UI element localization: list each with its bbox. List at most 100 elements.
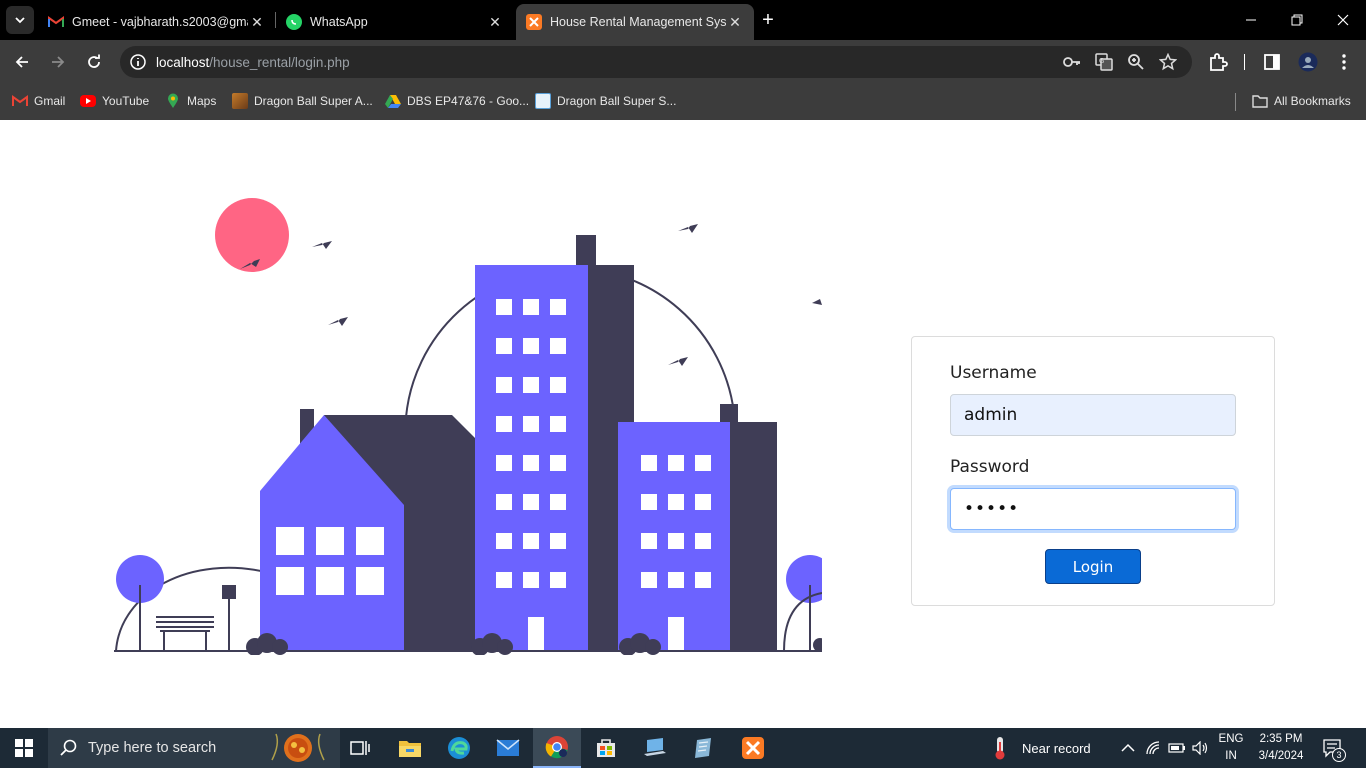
task-view-button[interactable]	[336, 728, 384, 768]
bookmark-youtube[interactable]: YouTube	[80, 92, 149, 110]
volume-control[interactable]	[1192, 728, 1208, 768]
battery-icon	[1168, 743, 1185, 753]
folder-icon	[399, 741, 421, 757]
laptop-icon	[644, 738, 666, 756]
file-explorer-app[interactable]	[386, 728, 434, 768]
notes-app[interactable]	[680, 728, 728, 768]
bookmark-label: DBS EP47&76 - Goo...	[407, 94, 530, 108]
sun-shape	[215, 198, 289, 272]
close-icon[interactable]: ✕	[486, 14, 504, 31]
notification-center[interactable]: 3	[1322, 728, 1346, 768]
bookmark-label: Gmail	[34, 94, 66, 108]
mail-icon	[496, 739, 520, 756]
profile-avatar-icon[interactable]	[1298, 52, 1318, 72]
edge-app[interactable]	[435, 728, 483, 768]
tab-gmeet[interactable]: Gmeet - vajbharath.s2003@gmail.com ✕	[38, 4, 276, 40]
close-icon[interactable]: ✕	[726, 14, 744, 31]
bookmark-star-icon[interactable]	[1158, 52, 1178, 71]
bookmark-gmail[interactable]: Gmail	[12, 92, 65, 110]
gmail-icon	[12, 93, 28, 109]
minimize-button[interactable]	[1228, 0, 1274, 40]
edge-icon	[448, 737, 470, 759]
all-bookmarks-label: All Bookmarks	[1274, 94, 1351, 108]
bookmark-label: Dragon Ball Super A...	[254, 94, 373, 108]
tab-search-button[interactable]	[6, 6, 34, 34]
search-highlight-icon	[266, 730, 330, 766]
whatsapp-icon	[286, 14, 302, 30]
chrome-app[interactable]	[533, 728, 581, 768]
xampp-app[interactable]	[729, 728, 777, 768]
search-placeholder: Type here to search	[88, 740, 217, 756]
tab-title: House Rental Management System	[550, 15, 726, 29]
back-button[interactable]	[8, 48, 36, 76]
tab-house-rental[interactable]: House Rental Management System ✕	[516, 4, 754, 40]
tab-strip: Gmeet - vajbharath.s2003@gmail.com ✕ Wha…	[0, 0, 1366, 40]
close-icon[interactable]: ✕	[248, 14, 266, 31]
image-favicon	[232, 93, 248, 109]
password-input[interactable]	[950, 488, 1236, 530]
browser-toolbar: localhost/house_rental/login.php G	[0, 40, 1366, 84]
maps-icon	[165, 93, 181, 109]
youtube-icon	[80, 95, 96, 107]
new-tab-button[interactable]: +	[756, 8, 780, 32]
login-button[interactable]: Login	[1045, 549, 1141, 584]
pc-app[interactable]	[631, 728, 679, 768]
folder-icon	[1252, 93, 1268, 109]
xampp-icon	[742, 737, 764, 759]
tab-whatsapp[interactable]: WhatsApp ✕	[276, 4, 514, 40]
svg-text:G: G	[1099, 58, 1104, 65]
all-bookmarks-button[interactable]: All Bookmarks	[1252, 92, 1351, 110]
start-button[interactable]	[0, 728, 48, 768]
address-bar[interactable]: localhost/house_rental/login.php	[120, 46, 1192, 78]
chrome-icon	[545, 736, 568, 759]
restore-button[interactable]	[1274, 0, 1320, 40]
network-status[interactable]	[1146, 728, 1162, 768]
zoom-icon[interactable]	[1127, 53, 1145, 71]
forward-button[interactable]	[44, 48, 72, 76]
clock-time: 2:35 PM	[1259, 733, 1303, 745]
input-language[interactable]: ENG IN	[1214, 731, 1248, 765]
clock-date: 3/4/2024	[1258, 750, 1304, 762]
bookmark-maps[interactable]: Maps	[165, 92, 216, 110]
battery-status[interactable]	[1168, 728, 1186, 768]
weather-text: Near record	[1022, 740, 1091, 756]
username-label: Username	[950, 363, 1037, 383]
arrow-right-icon	[52, 56, 65, 68]
bookmark-dbs-a[interactable]: Dragon Ball Super A...	[232, 92, 373, 110]
close-window-button[interactable]	[1320, 0, 1366, 40]
store-icon	[597, 739, 615, 757]
system-clock[interactable]: 2:35 PM 3/4/2024	[1252, 731, 1310, 765]
extensions-icon[interactable]	[1208, 52, 1228, 72]
bookmarks-bar: Gmail YouTube Maps Dragon Ball Super A..…	[0, 84, 1366, 120]
search-icon	[60, 739, 78, 761]
windows-taskbar: Type here to search Near record ENG IN 2…	[0, 728, 1366, 768]
show-hidden-icons-button[interactable]	[1121, 728, 1135, 768]
xampp-icon	[526, 14, 542, 30]
mail-app[interactable]	[484, 728, 532, 768]
reload-button[interactable]	[80, 48, 108, 76]
speaker-icon	[1192, 741, 1208, 755]
notepad-icon	[695, 738, 711, 758]
password-key-icon[interactable]	[1062, 53, 1080, 71]
taskbar-search-box[interactable]: Type here to search	[48, 728, 340, 768]
translate-icon[interactable]: G	[1095, 53, 1113, 71]
url-path: /house_rental/login.php	[209, 54, 350, 70]
login-card: Username Password Login	[911, 336, 1275, 606]
more-menu-icon[interactable]	[1334, 52, 1354, 72]
notification-count: 3	[1332, 748, 1346, 762]
weather-widget[interactable]: Near record	[992, 728, 1091, 768]
bookmark-dbs-ep[interactable]: DBS EP47&76 - Goo...	[385, 92, 529, 110]
street-lamp	[222, 585, 236, 599]
side-panel-icon[interactable]	[1262, 52, 1282, 72]
bookmark-label: YouTube	[102, 94, 150, 108]
right-building-dark	[728, 422, 777, 651]
page-content: Username Password Login	[0, 120, 1366, 728]
store-app[interactable]	[582, 728, 630, 768]
site-info-icon[interactable]	[129, 53, 147, 71]
page-favicon	[535, 93, 551, 109]
username-input[interactable]	[950, 394, 1236, 436]
restore-icon	[1291, 14, 1303, 26]
bookmark-dbs-s[interactable]: Dragon Ball Super S...	[535, 92, 676, 110]
thermometer-icon	[995, 737, 1005, 760]
bookmarks-divider	[1235, 93, 1236, 111]
